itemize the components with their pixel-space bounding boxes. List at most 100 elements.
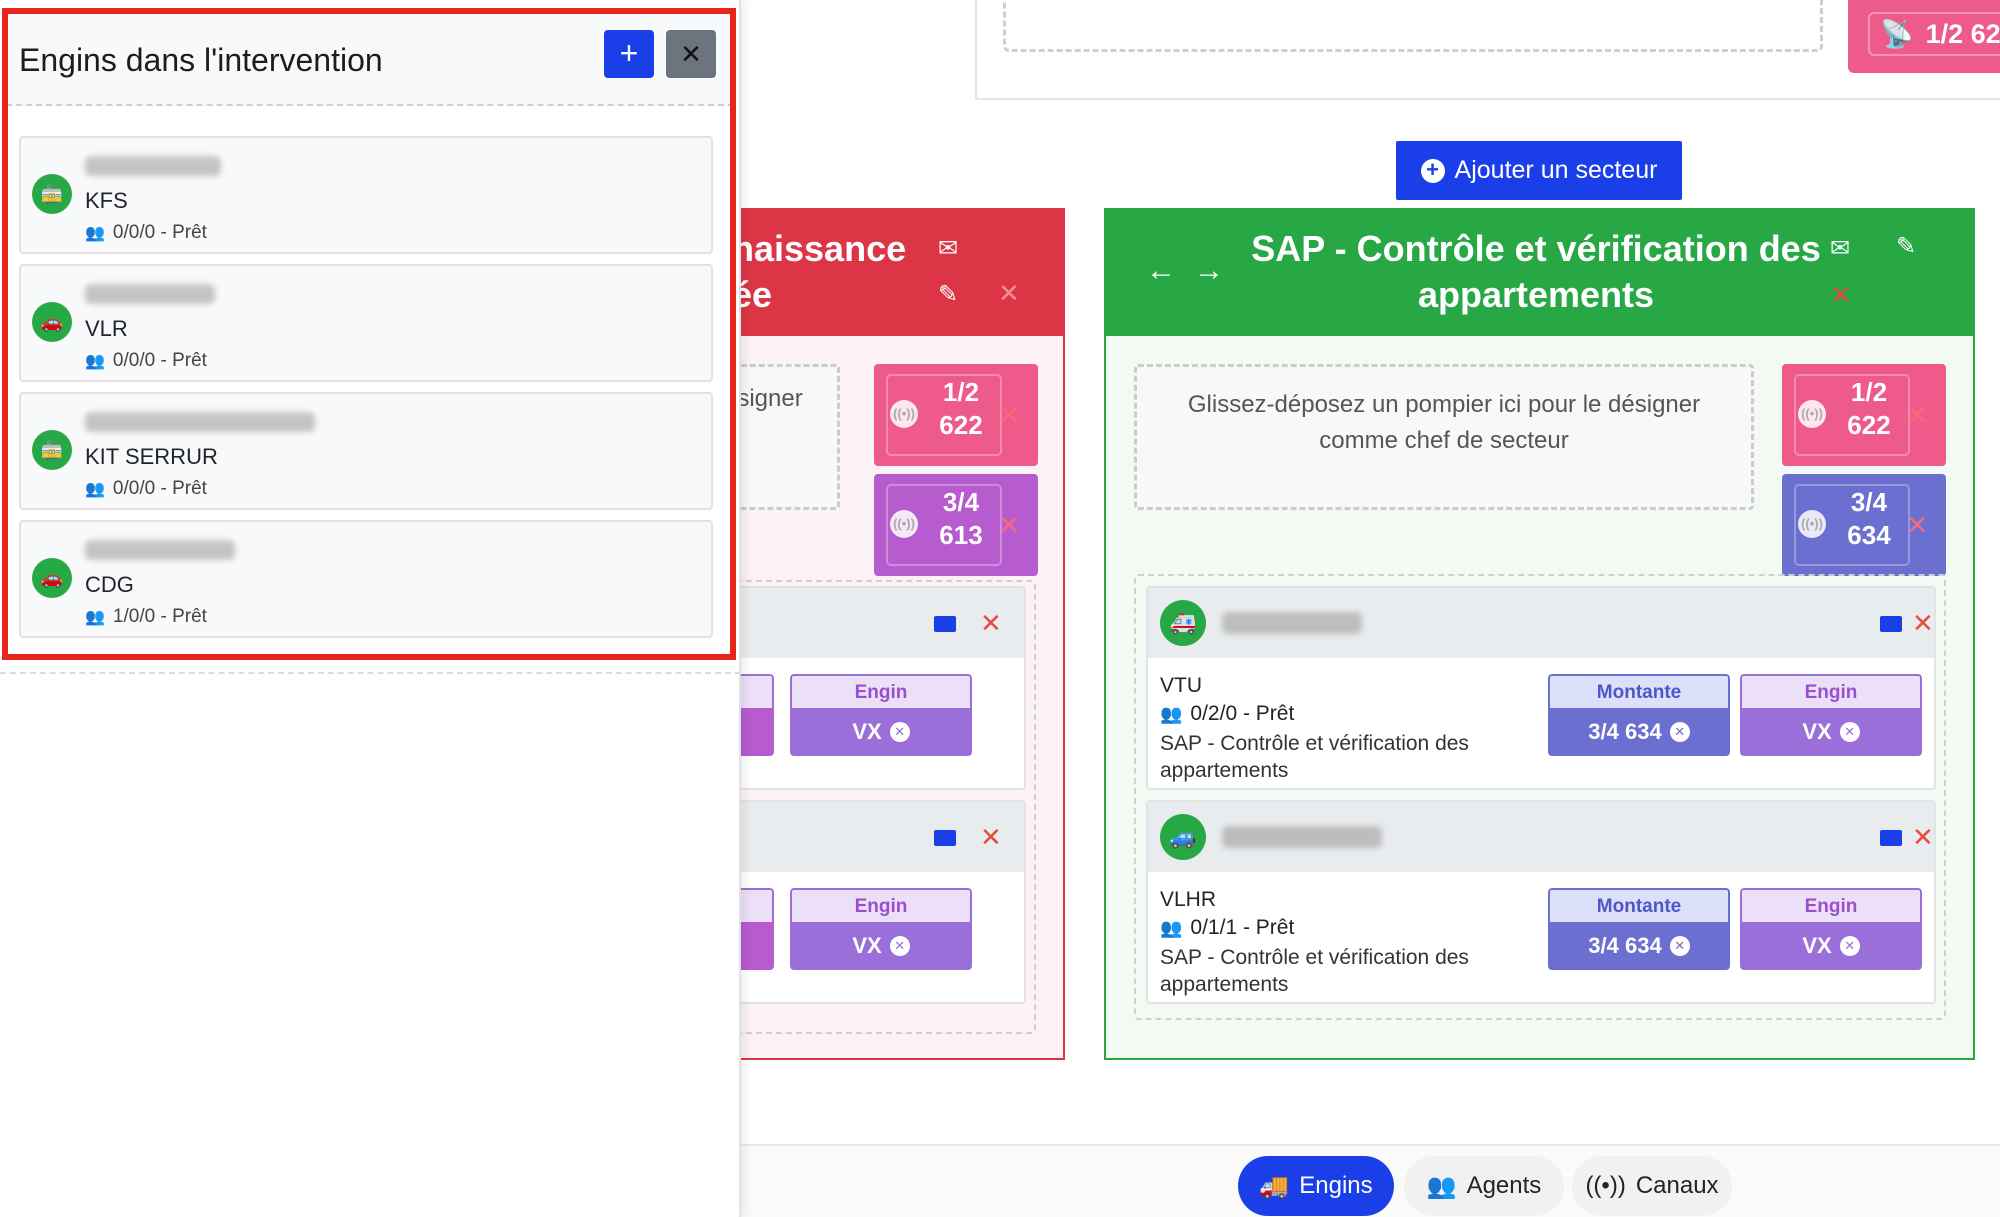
tab-agents[interactable]: 👥 Agents: [1404, 1156, 1564, 1216]
mail-icon[interactable]: [934, 830, 956, 846]
mail-icon[interactable]: ✉: [1830, 234, 1850, 263]
engin-pill[interactable]: Engin VX ✕: [1740, 674, 1922, 756]
mail-icon[interactable]: [934, 616, 956, 632]
chef-drop-zone[interactable]: Glissez-déposez un pompier ici pour le d…: [1134, 364, 1754, 510]
channel-badge[interactable]: ((•)) 3/4 613 ✕: [874, 474, 1038, 576]
engin-id-blurred: [85, 284, 215, 304]
sector-title: SAP - Contrôle et vérification des appar…: [1251, 228, 1821, 315]
antenna-icon: ((•)): [1798, 400, 1826, 428]
car-icon: 🚗: [32, 302, 72, 342]
engin-type: VLHR: [1160, 888, 1217, 911]
top-drop-zone[interactable]: [1003, 0, 1823, 52]
offroad-car-icon: 🚙: [1160, 814, 1206, 860]
users-icon: 👥: [85, 609, 105, 626]
mail-icon[interactable]: ✉: [938, 234, 958, 263]
delete-sector-icon[interactable]: ✕: [1830, 280, 1852, 311]
remove-icon[interactable]: ✕: [889, 936, 910, 956]
remove-channel-icon[interactable]: ✕: [1906, 400, 1928, 431]
engin-card[interactable]: 🚙 ✕ VLHR 👥 0/1/1 - Prêt SAP - Contrôle et…: [1146, 800, 1936, 1004]
engin-mission: SAP - Contrôle et vérification des appar…: [1160, 732, 1469, 782]
engins-side-panel: Engins dans l'intervention + ✕ 🚋 KFS 👥 0/…: [0, 0, 741, 1217]
remove-engin-icon[interactable]: ✕: [980, 608, 1002, 639]
remove-channel-icon[interactable]: ✕: [998, 510, 1020, 541]
engin-card[interactable]: ✕ nte 3✕ Engin VX✕: [654, 800, 1026, 1004]
engin-id-blurred: [85, 540, 235, 560]
remove-icon[interactable]: ✕: [1839, 722, 1860, 742]
engin-name: VLR: [85, 316, 128, 341]
panel-title: Engins dans l'intervention: [19, 42, 383, 78]
engin-list-item[interactable]: 🚋 KIT SERRUR 👥 0/0/0 - Prêt: [19, 392, 713, 510]
antenna-icon: ((•)): [890, 400, 918, 428]
remove-engin-icon[interactable]: ✕: [980, 822, 1002, 853]
antenna-icon: ((•)): [890, 510, 918, 538]
sector-card-red: naissance ée ✉ ✎ ✕ signer ((•)) 1/2 622 ✕…: [654, 208, 1065, 1060]
montante-pill[interactable]: Montante 3/4 634 ✕: [1548, 674, 1730, 756]
tab-canaux[interactable]: ((•)) Canaux: [1572, 1156, 1732, 1216]
mail-icon[interactable]: [1880, 830, 1902, 846]
add-engin-button[interactable]: +: [604, 30, 654, 78]
sector-header: ← → SAP - Contrôle et vérification des a…: [1106, 210, 1973, 336]
engin-id-blurred: [1222, 612, 1362, 634]
delete-sector-icon[interactable]: ✕: [998, 278, 1020, 309]
plus-circle-icon: +: [1420, 158, 1445, 183]
panel-divider: [0, 672, 741, 674]
engin-list-item[interactable]: 🚗 VLR 👥 0/0/0 - Prêt: [19, 264, 713, 382]
users-icon: 👥: [1160, 918, 1183, 938]
remove-engin-icon[interactable]: ✕: [1912, 822, 1934, 853]
train-icon: 🚋: [32, 430, 72, 470]
engin-list-item[interactable]: 🚗 CDG 👥 1/0/0 - Prêt: [19, 520, 713, 638]
edit-icon[interactable]: ✎: [1896, 232, 1916, 261]
sector-header: naissance ée ✉ ✎ ✕: [702, 210, 1063, 336]
car-icon: 🚗: [32, 558, 72, 598]
engin-status: 👥 0/0/0 - Prêt: [85, 350, 207, 371]
close-panel-button[interactable]: ✕: [666, 30, 716, 78]
users-icon: 👥: [85, 225, 105, 242]
tab-engins[interactable]: 🚚 Engins: [1238, 1156, 1394, 1216]
add-sector-button[interactable]: + Ajouter un secteur: [1396, 141, 1682, 200]
engin-pill[interactable]: Engin VX ✕: [790, 674, 972, 756]
engin-status: 👥 0/2/0 - Prêt: [1160, 702, 1295, 725]
remove-channel-icon[interactable]: ✕: [1906, 510, 1928, 541]
engin-list-item[interactable]: 🚋 KFS 👥 0/0/0 - Prêt: [19, 136, 713, 254]
users-icon: 👥: [85, 353, 105, 370]
arrow-right-icon[interactable]: →: [1194, 254, 1224, 288]
arrow-left-icon[interactable]: ←: [1146, 254, 1176, 288]
mail-icon[interactable]: [1880, 616, 1902, 632]
panel-header: Engins dans l'intervention + ✕: [6, 8, 734, 106]
engin-pill[interactable]: Engin VX ✕: [790, 888, 972, 970]
engin-card[interactable]: ✕ nte 3✕ Engin VX✕: [654, 586, 1026, 790]
sector-card-green: ← → SAP - Contrôle et vérification des a…: [1104, 208, 1975, 1060]
remove-icon[interactable]: ✕: [1669, 936, 1690, 956]
channel-badge[interactable]: ((•)) 1/2 622 ✕: [874, 364, 1038, 466]
remove-channel-icon[interactable]: ✕: [998, 400, 1020, 431]
users-icon: 👥: [1160, 704, 1183, 724]
sector-title: naissance ée: [732, 228, 907, 315]
engin-status: 👥 0/0/0 - Prêt: [85, 478, 207, 499]
users-icon: 👥: [1426, 1172, 1457, 1200]
montante-pill[interactable]: Montante 3/4 634 ✕: [1548, 888, 1730, 970]
remove-icon[interactable]: ✕: [889, 722, 910, 742]
channel-badge[interactable]: ((•)) 3/4 634 ✕: [1782, 474, 1946, 576]
remove-icon[interactable]: ✕: [1669, 722, 1690, 742]
remove-icon[interactable]: ✕: [1839, 936, 1860, 956]
top-channel-badge[interactable]: 📡1/2 622: [1848, 0, 2000, 73]
engin-type: VTU: [1160, 674, 1202, 697]
ambulance-icon: 🚑: [1160, 600, 1206, 646]
engin-id-blurred: [85, 156, 221, 176]
engin-mission: SAP - Contrôle et vérification des appar…: [1160, 946, 1469, 996]
engin-status: 👥 0/0/0 - Prêt: [85, 222, 207, 243]
channel-badge[interactable]: ((•)) 1/2 622 ✕: [1782, 364, 1946, 466]
antenna-icon: ((•)): [1585, 1172, 1626, 1199]
engin-name: CDG: [85, 572, 134, 597]
engin-pill[interactable]: Engin VX ✕: [1740, 888, 1922, 970]
remove-engin-icon[interactable]: ✕: [1912, 608, 1934, 639]
engin-id-blurred: [85, 412, 315, 432]
engin-card[interactable]: 🚑 ✕ VTU 👥 0/2/0 - Prêt SAP - Contrôle et …: [1146, 586, 1936, 790]
engin-status: 👥 1/0/0 - Prêt: [85, 606, 207, 627]
antenna-icon: 📡: [1880, 19, 1914, 49]
engin-name: KFS: [85, 188, 128, 213]
edit-icon[interactable]: ✎: [938, 280, 958, 309]
train-icon: 🚋: [32, 174, 72, 214]
engin-id-blurred: [1222, 826, 1382, 848]
truck-icon: 🚚: [1259, 1172, 1290, 1200]
